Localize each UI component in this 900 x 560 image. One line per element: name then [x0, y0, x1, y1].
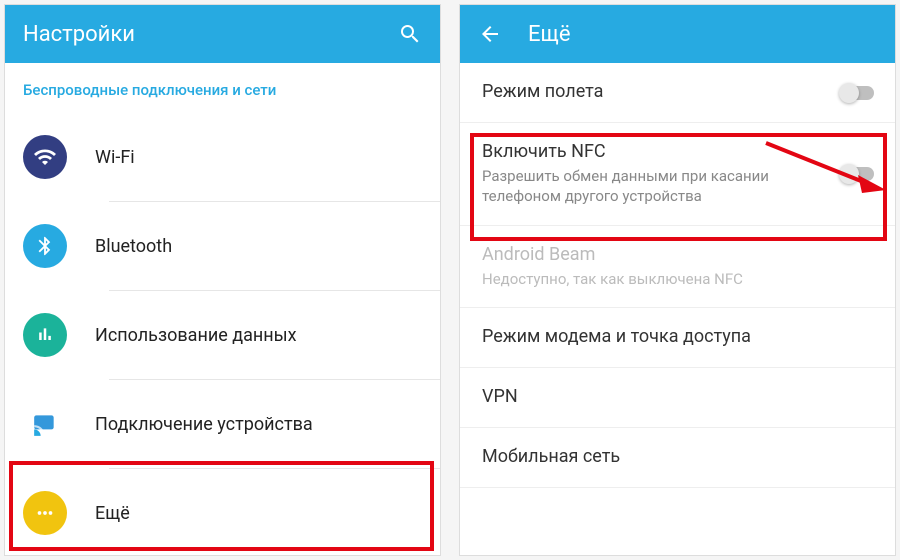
list-item-connect-device[interactable]: Подключение устройства [5, 380, 440, 468]
appbar: Ещё [460, 5, 895, 63]
list-item-bluetooth[interactable]: Bluetooth [5, 202, 440, 290]
list-item-airplane[interactable]: Режим полета [460, 63, 895, 123]
search-icon[interactable] [398, 22, 422, 46]
appbar-title: Настройки [23, 22, 398, 47]
list-item-label: Режим полета [482, 81, 603, 102]
list-item-label: Android Beam [482, 244, 595, 265]
list-item-vpn[interactable]: VPN [460, 368, 895, 428]
list-item-label: Использование данных [95, 325, 297, 346]
list-item-label: Подключение устройства [95, 414, 313, 435]
list-item-label: Bluetooth [95, 236, 172, 257]
list-item-sublabel: Разрешить обмен данными при касании теле… [482, 166, 825, 207]
list-item-android-beam: Android Beam Недоступно, так как выключе… [460, 226, 895, 308]
data-usage-icon [23, 313, 67, 357]
wifi-icon [23, 135, 67, 179]
list-item-label: Включить NFC [482, 141, 606, 162]
bluetooth-icon [23, 224, 67, 268]
list-item-datausage[interactable]: Использование данных [5, 291, 440, 379]
cast-icon [23, 402, 67, 446]
list-item-label: Ещё [95, 503, 130, 524]
airplane-toggle[interactable] [839, 82, 879, 104]
list-item-more[interactable]: Ещё [5, 469, 440, 555]
nfc-toggle[interactable] [839, 163, 879, 185]
more-screen: Ещё Режим полета Включить NFC Разрешить … [459, 4, 896, 556]
section-header-wireless: Беспроводные подключения и сети [5, 63, 440, 113]
more-list: Режим полета Включить NFC Разрешить обме… [460, 63, 895, 555]
appbar-title: Ещё [528, 22, 877, 47]
list-item-tethering[interactable]: Режим модема и точка доступа [460, 308, 895, 368]
list-item-wifi[interactable]: Wi-Fi [5, 113, 440, 201]
list-item-nfc[interactable]: Включить NFC Разрешить обмен данными при… [460, 123, 895, 226]
list-item-label: Режим модема и точка доступа [482, 326, 751, 347]
list-item-mobile-network[interactable]: Мобильная сеть [460, 428, 895, 488]
list-item-label: Мобильная сеть [482, 446, 620, 467]
list-item-sublabel: Недоступно, так как выключена NFC [482, 269, 743, 289]
settings-list: Wi-Fi Bluetooth Использование данных Под… [5, 113, 440, 555]
back-icon[interactable] [478, 22, 502, 46]
settings-screen: Настройки Беспроводные подключения и сет… [4, 4, 441, 556]
list-item-label: VPN [482, 386, 518, 407]
more-icon [23, 491, 67, 535]
appbar: Настройки [5, 5, 440, 63]
list-item-label: Wi-Fi [95, 147, 135, 168]
